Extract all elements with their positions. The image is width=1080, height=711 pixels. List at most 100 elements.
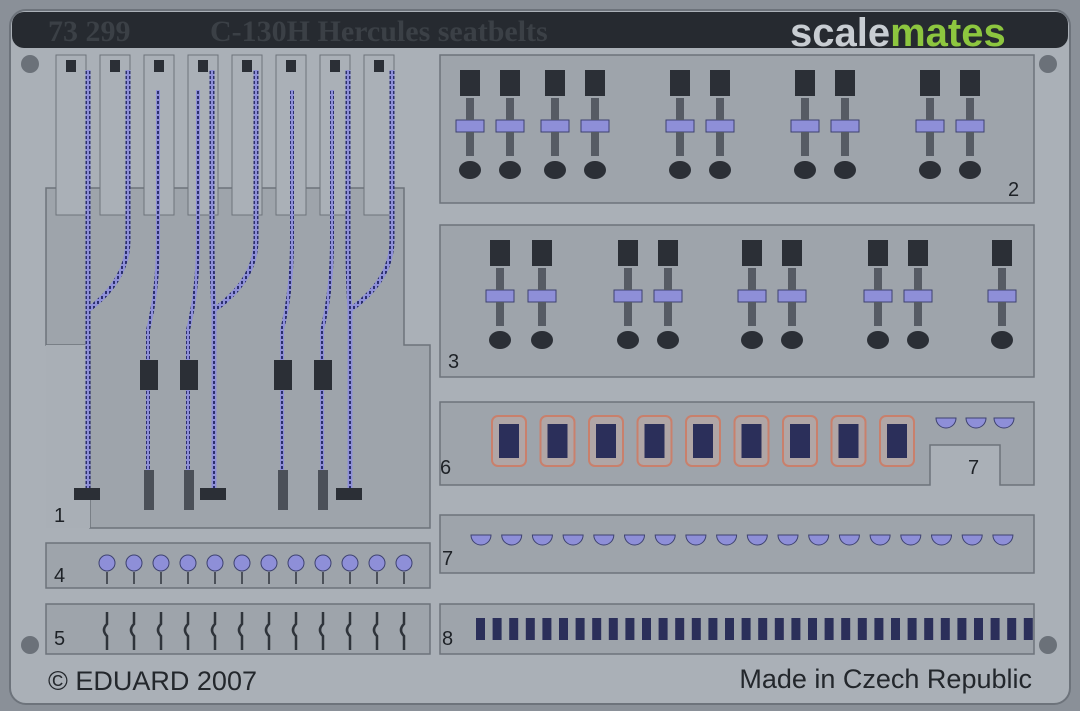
buckle-plate [838,424,859,458]
strap-end [330,60,340,72]
buckle-plate [644,424,665,458]
photo-etch-fret: 73 299 C-130H Hercules seatbelts scalema… [0,0,1080,711]
fret-number-5: 5 [54,628,65,650]
fret-8-clips [439,603,1035,655]
belt-anchor [490,240,510,266]
belt-clip [974,618,983,640]
buckle-tab [160,572,162,584]
belt-anchor [710,70,730,96]
fret-number-8: 8 [442,628,453,650]
belt-pad [863,289,893,303]
belt-pad [777,289,807,303]
belt-strap [591,132,599,156]
small-buckle [341,554,359,572]
belt-clasp [584,161,606,179]
strap-end [242,60,252,72]
belt-strap [506,132,514,156]
belt-strap [748,268,756,290]
belt-strap [966,132,974,156]
product-title: C-130H Hercules seatbelts [210,15,548,48]
belt-clip [525,618,535,640]
belt-strap [998,268,1006,290]
fret-7-buckles [439,514,1035,574]
belt-strap [506,98,514,120]
belt-clasp [834,161,856,179]
belt-pad [987,289,1017,303]
belt-buckle [200,488,226,500]
belt-pad [455,119,485,133]
belt-strap [841,132,849,156]
belt-pad [495,119,525,133]
small-buckle [152,554,170,572]
belt-anchor [782,240,802,266]
belt-pad [613,289,643,303]
belt-strap [716,132,724,156]
belt-clip [642,618,651,640]
origin-text: Made in Czech Republic [739,664,1032,694]
buckle-tab [133,572,135,584]
belt-pad [903,289,933,303]
belt-clip [575,618,585,640]
belt-strap [591,98,599,120]
belt-clip [907,618,917,640]
belt-clip [592,618,602,640]
belt-clip [542,618,552,640]
belt-anchor [795,70,815,96]
belt-strap [788,302,796,326]
buckle-tab [295,572,297,584]
belt-clip [791,618,801,640]
belt-clasp [919,161,941,179]
belt-anchor [920,70,940,96]
belt-adjuster [274,360,292,390]
small-buckle [368,554,386,572]
belt-end [278,470,288,510]
belt-clip [725,618,734,640]
belt-clip [940,618,950,640]
belt-strap [926,132,934,156]
belt-clip [658,618,668,640]
small-buckle [233,554,251,572]
small-buckle [179,554,197,572]
belt-end [144,470,154,510]
belt-clip [675,618,685,640]
belt-strap [676,132,684,156]
fret-number-4: 4 [54,565,65,587]
belt-strap [538,302,546,326]
belt-strap [801,132,809,156]
seatbelt-strap [345,70,353,495]
belt-clasp [709,161,731,179]
small-buckle [395,554,413,572]
belt-clip [559,618,568,640]
fret-number-1: 1 [54,505,65,527]
belt-strap [801,98,809,120]
buckle-plate [693,424,713,458]
fret-number-3: 3 [448,351,459,373]
belt-clasp [959,161,981,179]
belt-pad [485,289,515,303]
strap-slot [55,54,87,216]
belt-clip [492,618,502,640]
belt-anchor [835,70,855,96]
fret-number-7b: 7 [442,548,453,570]
fret-1-belts [45,54,431,529]
small-buckle [287,554,305,572]
belt-clip [1007,618,1017,640]
belt-clip [808,618,817,640]
fret-number-7a: 7 [968,457,979,479]
buckle-tab [241,572,243,584]
belt-clasp [459,161,481,179]
belt-strap [551,98,559,120]
buckle-tab [322,572,324,584]
belt-adjuster [314,360,332,390]
belt-strap [716,98,724,120]
belt-clip [990,618,1000,640]
belt-strap [926,98,934,120]
copyright-text: © EDUARD 2007 [48,666,257,696]
belt-anchor [670,70,690,96]
belt-strap [496,268,504,290]
belt-clip [857,618,867,640]
belt-clasp [669,161,691,179]
belt-clasp [781,331,803,349]
belt-anchor [545,70,565,96]
belt-adjuster [180,360,198,390]
